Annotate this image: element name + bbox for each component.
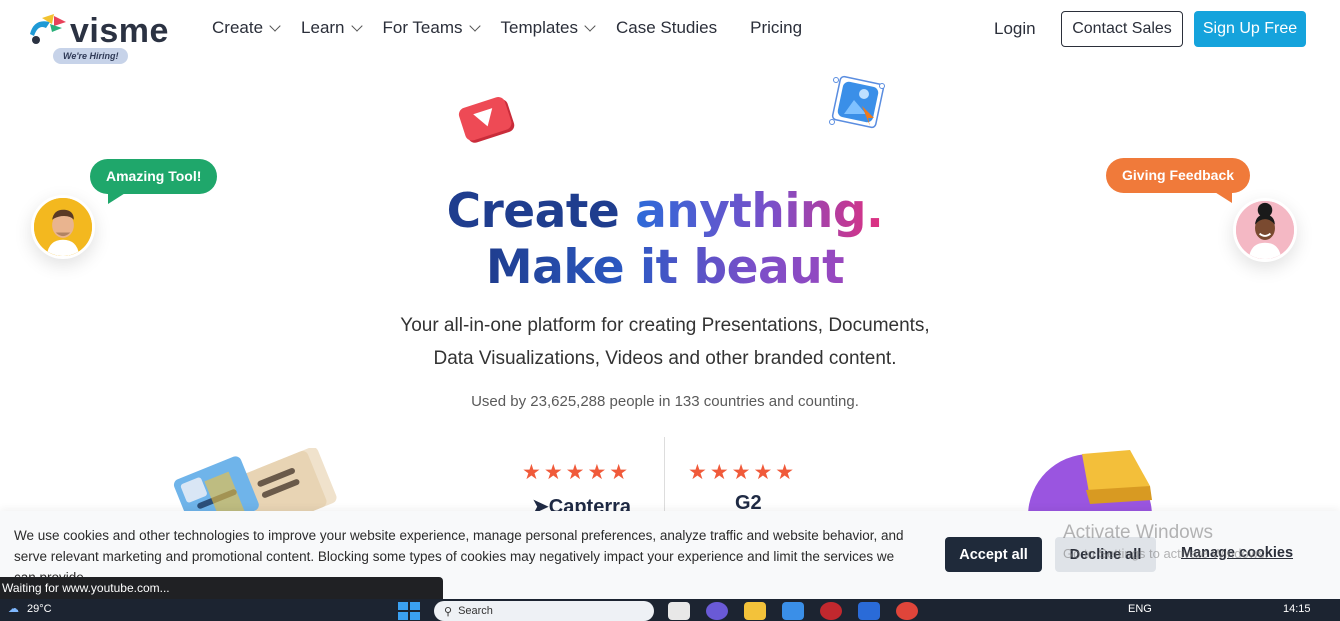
visme-logo[interactable]: visme We're Hiring!: [24, 12, 184, 66]
weather-widget[interactable]: ☁ 29°C: [8, 602, 52, 616]
activate-windows-hint: Go to Settings to activate Windows.: [1063, 546, 1269, 561]
folder-icon[interactable]: [744, 602, 766, 620]
menu-learn[interactable]: Learn: [301, 18, 363, 38]
menu-create-label: Create: [212, 18, 264, 37]
menu-create[interactable]: Create: [212, 18, 281, 38]
chevron-down-icon: [350, 20, 363, 32]
hero-subtitle: Your all-in-one platform for creating Pr…: [0, 309, 1330, 375]
chevron-down-icon: [468, 20, 481, 32]
login-link[interactable]: Login: [994, 19, 1036, 39]
search-icon: ⚲: [444, 605, 453, 618]
pie-chart-illustration: [1028, 450, 1152, 516]
top-nav: visme We're Hiring! Create Learn For Tea…: [0, 0, 1340, 64]
visme-logo-icon: [30, 14, 66, 44]
main-menu: Create Learn For Teams Templates Case St…: [212, 18, 835, 38]
hero-title-make-it: Make it beaut: [485, 240, 845, 295]
hero-subtitle-line1: Your all-in-one platform for creating Pr…: [400, 315, 930, 336]
teams-icon[interactable]: [706, 602, 728, 620]
menu-for-teams-label: For Teams: [382, 18, 463, 37]
menu-for-teams[interactable]: For Teams: [382, 18, 481, 38]
menu-learn-label: Learn: [301, 18, 345, 37]
taskbar-clock[interactable]: 14:15: [1283, 603, 1311, 615]
image-edit-icon: [829, 75, 885, 129]
hero-title-create: Create: [446, 184, 636, 239]
activate-windows-watermark: Activate Windows: [1063, 522, 1213, 543]
menu-pricing-label: Pricing: [750, 18, 803, 37]
ratings-divider: [664, 437, 665, 517]
logo-wordmark: visme: [70, 12, 169, 50]
store-icon[interactable]: [782, 602, 804, 620]
weather-icon: ☁: [8, 603, 19, 615]
file-explorer-icon[interactable]: [668, 602, 690, 620]
browser-status-text: Waiting for www.youtube.com...: [0, 577, 443, 599]
system-tray: ENG: [1128, 603, 1152, 615]
hero-title-anything: anything.: [635, 184, 884, 239]
video-play-icon: [458, 97, 515, 143]
chrome-icon[interactable]: [896, 602, 918, 620]
usage-stat: Used by 23,625,288 people in 133 countri…: [471, 393, 859, 410]
app-red-icon[interactable]: [820, 602, 842, 620]
menu-pricing[interactable]: Pricing: [750, 18, 802, 38]
weather-temp: 29°C: [27, 602, 52, 615]
hero-title-line2: Make it beaut: [0, 240, 1330, 295]
chevron-down-icon: [269, 20, 281, 32]
sign-up-button[interactable]: Sign Up Free: [1194, 11, 1306, 47]
menu-templates-label: Templates: [500, 18, 578, 37]
hero-title-line1: Create anything.: [0, 184, 1330, 239]
menu-case-studies[interactable]: Case Studies: [616, 18, 717, 38]
accept-cookies-button[interactable]: Accept all: [945, 537, 1042, 572]
g2-stars: ★★★★★: [688, 461, 798, 484]
start-icon[interactable]: [398, 602, 420, 620]
hiring-badge[interactable]: We're Hiring!: [53, 48, 129, 64]
contact-sales-button[interactable]: Contact Sales: [1061, 11, 1183, 47]
hero-subtitle-line2: Data Visualizations, Videos and other br…: [433, 348, 897, 369]
taskbar-search-label: Search: [458, 605, 493, 617]
language-indicator[interactable]: ENG: [1128, 603, 1152, 615]
windows-taskbar: ☁ 29°C ⚲ Search ENG 14:15: [0, 599, 1340, 621]
taskbar-search[interactable]: ⚲ Search: [434, 601, 654, 621]
menu-templates[interactable]: Templates: [500, 18, 596, 38]
menu-case-studies-label: Case Studies: [616, 18, 718, 37]
taskbar-apps: ⚲ Search: [398, 601, 934, 621]
capterra-stars: ★★★★★: [522, 461, 632, 484]
page: visme We're Hiring! Create Learn For Tea…: [0, 0, 1340, 621]
app-blue-icon[interactable]: [858, 602, 880, 620]
documents-illustration: [173, 448, 337, 518]
chevron-down-icon: [584, 20, 596, 32]
